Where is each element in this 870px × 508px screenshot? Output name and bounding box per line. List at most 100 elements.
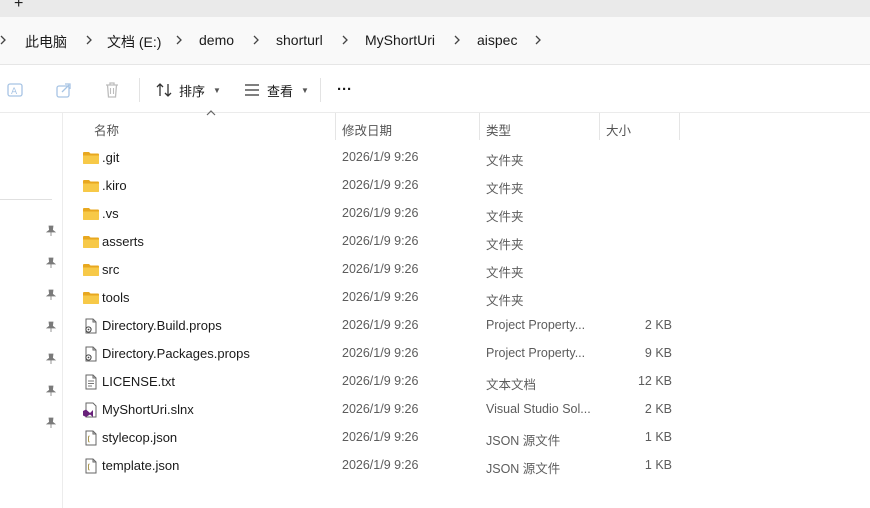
file-name: Directory.Build.props xyxy=(102,318,222,333)
breadcrumb-item-demo[interactable]: demo xyxy=(199,32,234,48)
visual-studio-solution-icon xyxy=(82,402,100,418)
json-file-icon xyxy=(82,458,100,474)
file-modified: 2026/1/9 9:26 xyxy=(342,346,419,360)
breadcrumb-item-drive-e[interactable]: 文档 (E:) xyxy=(107,32,161,52)
toolbar-divider xyxy=(139,78,140,102)
chevron-right-icon[interactable] xyxy=(450,33,464,47)
file-name: .vs xyxy=(102,206,119,221)
share-icon[interactable] xyxy=(54,80,74,100)
sort-icon xyxy=(156,83,172,97)
column-header-name[interactable]: 名称 xyxy=(74,113,336,140)
file-type: JSON 源文件 xyxy=(486,462,561,476)
file-row[interactable]: Directory.Build.props 2026/1/9 9:26 Projec… xyxy=(74,312,684,340)
file-type: 文本文档 xyxy=(486,378,537,392)
file-type: Project Property... xyxy=(486,346,586,360)
more-options-button[interactable]: ··· xyxy=(337,79,352,99)
file-type: 文件夹 xyxy=(486,238,524,252)
file-size: 1 KB xyxy=(644,430,672,444)
breadcrumb: 此电脑 文档 (E:) demo shorturl MyShortUri ais… xyxy=(0,17,870,65)
file-type: 文件夹 xyxy=(486,294,524,308)
column-divider[interactable] xyxy=(679,113,680,140)
file-row[interactable]: stylecop.json 2026/1/9 9:26 JSON 源文件 1 KB xyxy=(74,424,684,452)
file-name: LICENSE.txt xyxy=(102,374,175,389)
file-modified: 2026/1/9 9:26 xyxy=(342,150,419,164)
column-header-type-label: 类型 xyxy=(486,124,512,138)
tab-strip: + xyxy=(0,0,870,17)
file-modified: 2026/1/9 9:26 xyxy=(342,262,419,276)
chevron-right-icon[interactable] xyxy=(249,33,263,47)
sort-button[interactable]: 排序 ▼ xyxy=(155,80,221,100)
file-modified: 2026/1/9 9:26 xyxy=(342,178,419,192)
file-type: 文件夹 xyxy=(486,182,524,196)
file-row[interactable]: .git 2026/1/9 9:26 文件夹 xyxy=(74,144,684,172)
file-size: 12 KB xyxy=(637,374,672,388)
file-row[interactable]: LICENSE.txt 2026/1/9 9:26 文本文档 12 KB xyxy=(74,368,684,396)
breadcrumb-item-shorturl[interactable]: shorturl xyxy=(276,32,323,48)
navigation-pane xyxy=(0,113,63,508)
file-type: Visual Studio Sol... xyxy=(486,402,591,416)
file-row[interactable]: Directory.Packages.props 2026/1/9 9:26 Pro… xyxy=(74,340,684,368)
column-header-size[interactable]: 大小 xyxy=(600,113,679,140)
file-modified: 2026/1/9 9:26 xyxy=(342,290,419,304)
props-file-icon xyxy=(82,318,100,334)
file-type: 文件夹 xyxy=(486,266,524,280)
pin-icon[interactable] xyxy=(45,385,57,397)
file-name: template.json xyxy=(102,458,180,473)
text-file-icon xyxy=(82,374,100,390)
breadcrumb-item-myshorturi[interactable]: MyShortUri xyxy=(365,32,435,48)
column-header-modified-label: 修改日期 xyxy=(342,124,393,138)
file-row[interactable]: asserts 2026/1/9 9:26 文件夹 xyxy=(74,228,684,256)
file-row[interactable]: .vs 2026/1/9 9:26 文件夹 xyxy=(74,200,684,228)
folder-icon xyxy=(82,206,100,222)
breadcrumb-item-this-pc[interactable]: 此电脑 xyxy=(25,32,67,52)
column-header-name-label: 名称 xyxy=(94,124,120,138)
file-name: stylecop.json xyxy=(102,430,178,445)
chevron-down-icon: ▼ xyxy=(213,85,221,95)
view-label: 查看 xyxy=(267,83,294,99)
folder-icon xyxy=(82,234,100,250)
file-type: 文件夹 xyxy=(486,210,524,224)
column-header-type[interactable]: 类型 xyxy=(480,113,599,140)
column-header-size-label: 大小 xyxy=(606,124,632,138)
file-size: 1 KB xyxy=(644,458,672,472)
folder-icon xyxy=(82,290,100,306)
file-size: 2 KB xyxy=(644,318,672,332)
file-row[interactable]: tools 2026/1/9 9:26 文件夹 xyxy=(74,284,684,312)
file-row[interactable]: MyShortUri.slnx 2026/1/9 9:26 Visual Studi… xyxy=(74,396,684,424)
pin-icon[interactable] xyxy=(45,417,57,429)
file-type: Project Property... xyxy=(486,318,586,332)
sort-label: 排序 xyxy=(179,83,206,99)
pin-icon[interactable] xyxy=(45,353,57,365)
view-button[interactable]: 查看 ▼ xyxy=(243,80,309,100)
props-file-icon xyxy=(82,346,100,362)
pin-icon[interactable] xyxy=(45,289,57,301)
column-header-modified[interactable]: 修改日期 xyxy=(336,113,479,140)
chevron-right-icon[interactable] xyxy=(172,33,186,47)
file-name: asserts xyxy=(102,234,144,249)
file-modified: 2026/1/9 9:26 xyxy=(342,206,419,220)
file-row[interactable]: .kiro 2026/1/9 9:26 文件夹 xyxy=(74,172,684,200)
svg-text:A: A xyxy=(11,87,18,97)
file-row[interactable]: src 2026/1/9 9:26 文件夹 xyxy=(74,256,684,284)
file-size: 2 KB xyxy=(644,402,672,416)
nav-divider xyxy=(0,199,52,200)
chevron-right-icon[interactable] xyxy=(0,33,10,47)
file-name: .git xyxy=(102,150,120,165)
file-modified: 2026/1/9 9:26 xyxy=(342,374,419,388)
file-row[interactable]: template.json 2026/1/9 9:26 JSON 源文件 1 KB xyxy=(74,452,684,480)
file-name: tools xyxy=(102,290,130,305)
pin-icon[interactable] xyxy=(45,257,57,269)
chevron-right-icon[interactable] xyxy=(531,33,545,47)
delete-icon[interactable] xyxy=(102,80,122,100)
rename-icon[interactable]: A xyxy=(6,80,26,100)
pin-icon[interactable] xyxy=(45,321,57,333)
view-icon xyxy=(245,84,259,96)
new-tab-button[interactable]: + xyxy=(14,0,23,13)
chevron-right-icon[interactable] xyxy=(82,33,96,47)
pin-icon[interactable] xyxy=(45,225,57,237)
file-modified: 2026/1/9 9:26 xyxy=(342,402,419,416)
chevron-right-icon[interactable] xyxy=(338,33,352,47)
file-modified: 2026/1/9 9:26 xyxy=(342,318,419,332)
breadcrumb-item-aispec[interactable]: aispec xyxy=(477,32,517,48)
folder-icon xyxy=(82,178,100,194)
